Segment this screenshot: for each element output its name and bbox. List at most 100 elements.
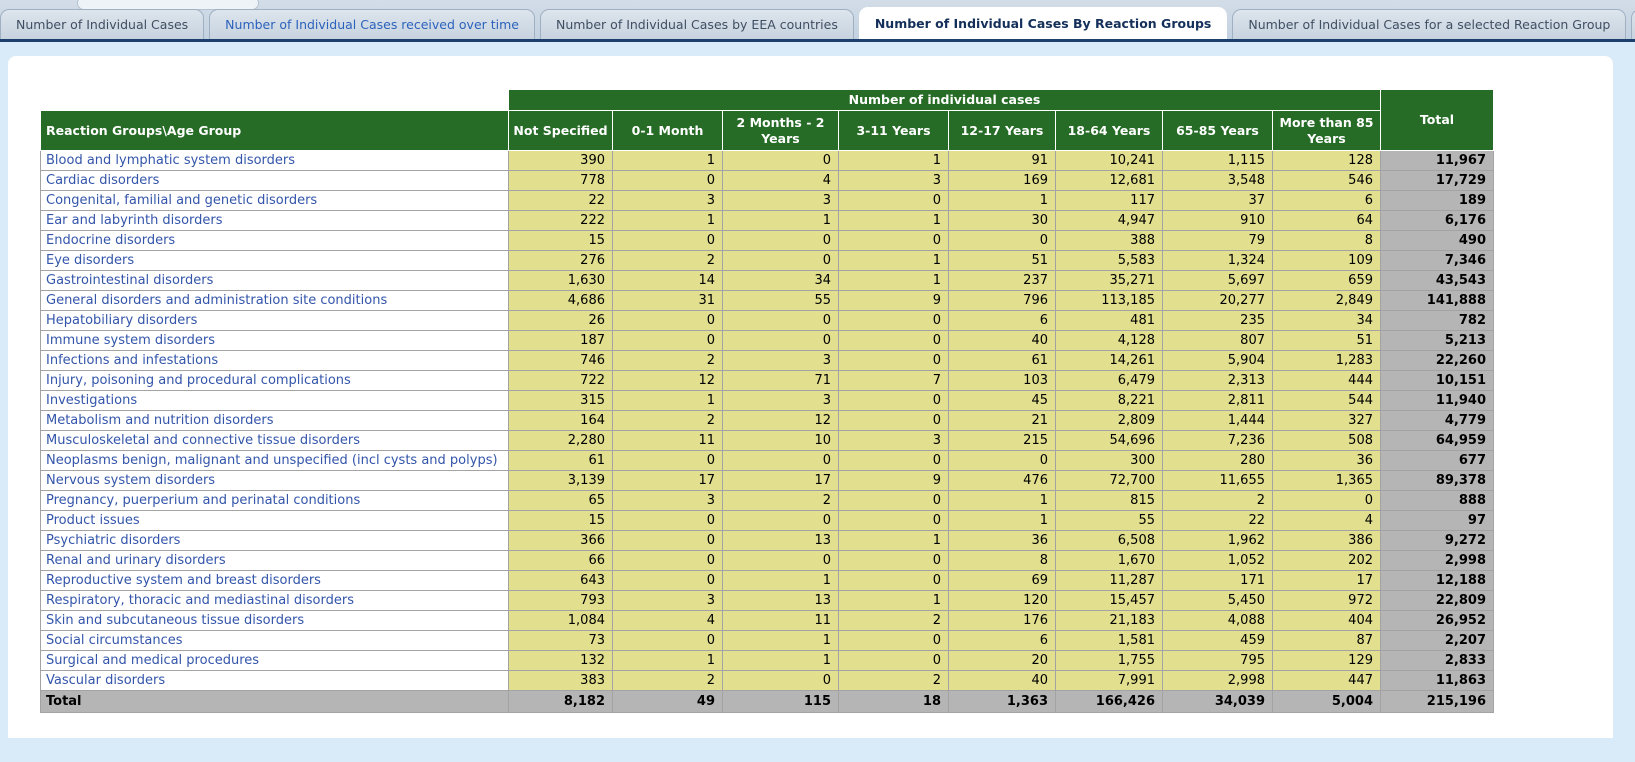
value-cell: 10,241 bbox=[1056, 151, 1163, 171]
row-label-link[interactable]: Nervous system disorders bbox=[41, 471, 509, 491]
value-cell: 0 bbox=[839, 331, 949, 351]
value-cell: 2,811 bbox=[1163, 391, 1273, 411]
row-label-link[interactable]: Pregnancy, puerperium and perinatal cond… bbox=[41, 491, 509, 511]
value-cell: 73 bbox=[509, 631, 613, 651]
value-cell: 722 bbox=[509, 371, 613, 391]
row-label-link[interactable]: Ear and labyrinth disorders bbox=[41, 211, 509, 231]
row-label-link[interactable]: Psychiatric disorders bbox=[41, 531, 509, 551]
row-total-cell: 5,213 bbox=[1381, 331, 1494, 351]
value-cell: 1,670 bbox=[1056, 551, 1163, 571]
value-cell: 0 bbox=[839, 651, 949, 671]
table-row: Metabolism and nutrition disorders164212… bbox=[41, 411, 1494, 431]
value-cell: 4 bbox=[1273, 511, 1381, 531]
row-label-link[interactable]: General disorders and administration sit… bbox=[41, 291, 509, 311]
value-cell: 0 bbox=[723, 511, 839, 531]
value-cell: 120 bbox=[949, 591, 1056, 611]
row-label-link[interactable]: Surgical and medical procedures bbox=[41, 651, 509, 671]
value-cell: 2,849 bbox=[1273, 291, 1381, 311]
row-label-link[interactable]: Product issues bbox=[41, 511, 509, 531]
tab-item-6[interactable]: Numbe bbox=[1631, 9, 1635, 39]
row-label-link[interactable]: Investigations bbox=[41, 391, 509, 411]
value-cell: 3 bbox=[723, 351, 839, 371]
value-cell: 5,697 bbox=[1163, 271, 1273, 291]
row-label-link[interactable]: Gastrointestinal disorders bbox=[41, 271, 509, 291]
row-label-link[interactable]: Skin and subcutaneous tissue disorders bbox=[41, 611, 509, 631]
value-cell: 3 bbox=[723, 391, 839, 411]
value-cell: 2,809 bbox=[1056, 411, 1163, 431]
value-cell: 327 bbox=[1273, 411, 1381, 431]
value-cell: 6,479 bbox=[1056, 371, 1163, 391]
value-cell: 6 bbox=[949, 631, 1056, 651]
value-cell: 0 bbox=[723, 151, 839, 171]
row-label-link[interactable]: Congenital, familial and genetic disorde… bbox=[41, 191, 509, 211]
value-cell: 2,280 bbox=[509, 431, 613, 451]
row-label-link[interactable]: Metabolism and nutrition disorders bbox=[41, 411, 509, 431]
value-cell: 1 bbox=[723, 571, 839, 591]
value-cell: 128 bbox=[1273, 151, 1381, 171]
value-cell: 0 bbox=[839, 391, 949, 411]
row-label-link[interactable]: Endocrine disorders bbox=[41, 231, 509, 251]
row-total-cell: 17,729 bbox=[1381, 171, 1494, 191]
value-cell: 14 bbox=[613, 271, 723, 291]
value-cell: 215 bbox=[949, 431, 1056, 451]
value-cell: 0 bbox=[723, 451, 839, 471]
value-cell: 164 bbox=[509, 411, 613, 431]
age-column-header: 65-85 Years bbox=[1163, 111, 1273, 151]
row-label-link[interactable]: Respiratory, thoracic and mediastinal di… bbox=[41, 591, 509, 611]
value-cell: 1,115 bbox=[1163, 151, 1273, 171]
value-cell: 1,283 bbox=[1273, 351, 1381, 371]
row-label-link[interactable]: Hepatobiliary disorders bbox=[41, 311, 509, 331]
row-label-link[interactable]: Blood and lymphatic system disorders bbox=[41, 151, 509, 171]
tab-item-4[interactable]: Number of Individual Cases By Reaction G… bbox=[859, 7, 1228, 39]
value-cell: 280 bbox=[1163, 451, 1273, 471]
value-cell: 1,324 bbox=[1163, 251, 1273, 271]
table-row: Investigations315130458,2212,81154411,94… bbox=[41, 391, 1494, 411]
total-column-header: Total bbox=[1381, 90, 1494, 151]
value-cell: 0 bbox=[613, 231, 723, 251]
value-cell: 0 bbox=[949, 451, 1056, 471]
value-cell: 3,139 bbox=[509, 471, 613, 491]
value-cell: 1,755 bbox=[1056, 651, 1163, 671]
tab-item-2[interactable]: Number of Individual Cases received over… bbox=[209, 9, 535, 39]
age-column-header: 2 Months - 2 Years bbox=[723, 111, 839, 151]
row-label-link[interactable]: Cardiac disorders bbox=[41, 171, 509, 191]
tab-item-5[interactable]: Number of Individual Cases for a selecte… bbox=[1232, 9, 1626, 39]
value-cell: 2,998 bbox=[1163, 671, 1273, 691]
value-cell: 34 bbox=[1273, 311, 1381, 331]
value-cell: 390 bbox=[509, 151, 613, 171]
value-cell: 31 bbox=[613, 291, 723, 311]
value-cell: 1 bbox=[949, 491, 1056, 511]
table-row: Injury, poisoning and procedural complic… bbox=[41, 371, 1494, 391]
value-cell: 55 bbox=[723, 291, 839, 311]
row-label-link[interactable]: Infections and infestations bbox=[41, 351, 509, 371]
row-label-link[interactable]: Musculoskeletal and connective tissue di… bbox=[41, 431, 509, 451]
value-cell: 481 bbox=[1056, 311, 1163, 331]
row-label-link[interactable]: Injury, poisoning and procedural complic… bbox=[41, 371, 509, 391]
value-cell: 643 bbox=[509, 571, 613, 591]
row-label-link[interactable]: Eye disorders bbox=[41, 251, 509, 271]
value-cell: 3 bbox=[613, 491, 723, 511]
row-label-link[interactable]: Immune system disorders bbox=[41, 331, 509, 351]
table-row: Nervous system disorders3,1391717947672,… bbox=[41, 471, 1494, 491]
row-label-link[interactable]: Renal and urinary disorders bbox=[41, 551, 509, 571]
value-cell: 447 bbox=[1273, 671, 1381, 691]
value-cell: 1,444 bbox=[1163, 411, 1273, 431]
value-cell: 0 bbox=[839, 191, 949, 211]
row-label-link[interactable]: Vascular disorders bbox=[41, 671, 509, 691]
value-cell: 17 bbox=[613, 471, 723, 491]
row-label-link[interactable]: Social circumstances bbox=[41, 631, 509, 651]
value-cell: 22 bbox=[1163, 511, 1273, 531]
row-label-link[interactable]: Neoplasms benign, malignant and unspecif… bbox=[41, 451, 509, 471]
table-row: Congenital, familial and genetic disorde… bbox=[41, 191, 1494, 211]
age-column-header: 0-1 Month bbox=[613, 111, 723, 151]
value-cell: 1 bbox=[613, 211, 723, 231]
tab-item-3[interactable]: Number of Individual Cases by EEA countr… bbox=[540, 9, 854, 39]
tab-item-1[interactable]: Number of Individual Cases bbox=[0, 9, 204, 39]
value-cell: 117 bbox=[1056, 191, 1163, 211]
value-cell: 0 bbox=[723, 671, 839, 691]
value-cell: 0 bbox=[723, 251, 839, 271]
value-cell: 1 bbox=[839, 151, 949, 171]
row-label-link[interactable]: Reproductive system and breast disorders bbox=[41, 571, 509, 591]
value-cell: 51 bbox=[949, 251, 1056, 271]
table-row: Pregnancy, puerperium and perinatal cond… bbox=[41, 491, 1494, 511]
